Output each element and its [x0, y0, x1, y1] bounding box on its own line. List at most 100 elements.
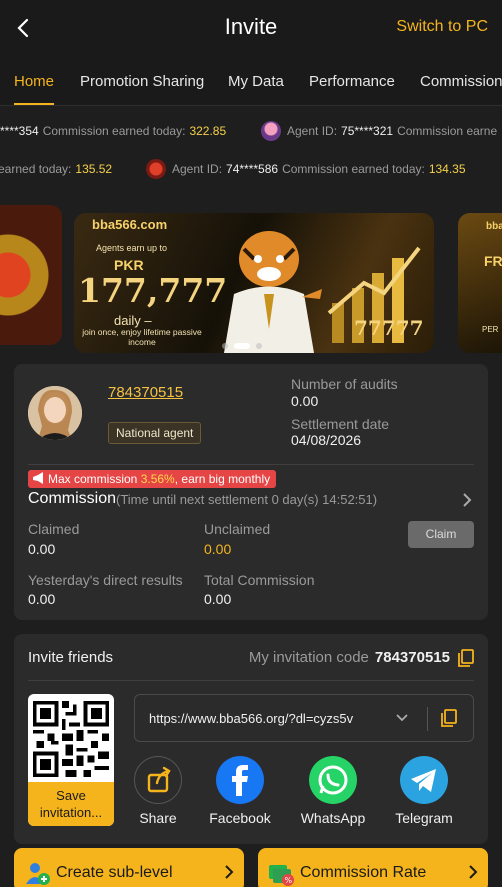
copy-link-icon[interactable] — [441, 709, 457, 727]
commission-title: Commission — [28, 490, 117, 507]
ticker-item: Agent ID: 74****586 Commission earned to… — [146, 156, 466, 182]
invitation-link-select[interactable]: https://www.bba566.org/?dl=cyzs5v — [134, 694, 474, 742]
share-button[interactable]: Share — [123, 756, 193, 826]
banner-next-logo: bba566.com — [486, 221, 502, 232]
claim-button[interactable]: Claim — [408, 521, 474, 548]
commission-rate-label: Commission Rate — [300, 864, 427, 881]
promo-suffix: , earn big monthly — [174, 472, 271, 486]
yesterday-results-value: 0.00 — [28, 591, 56, 607]
back-button[interactable] — [12, 14, 36, 42]
chevron-right-icon — [225, 865, 234, 879]
whatsapp-share-button[interactable]: WhatsApp — [298, 756, 368, 826]
commission-rate-button[interactable]: % Commission Rate — [258, 848, 488, 887]
ticker-item: Agent ID: 75****321 Commission earne — [261, 118, 497, 144]
banner-slide-previous[interactable] — [0, 205, 62, 345]
ticker-label: Commission earned today: — [282, 162, 425, 176]
ticker-label: Commission earne — [397, 124, 498, 138]
ticker-agent-id: ****354 — [0, 124, 39, 138]
claimed-value: 0.00 — [28, 541, 56, 557]
chevron-down-icon[interactable] — [395, 711, 409, 725]
banner-slide-current[interactable]: bba566.com Agents earn up to PKR 177,777… — [74, 213, 434, 353]
chevron-right-icon — [469, 865, 478, 879]
divider — [28, 464, 474, 465]
total-commission-value: 0.00 — [204, 591, 232, 607]
claimed-label: Claimed — [28, 521, 80, 537]
agent-avatar — [146, 159, 166, 179]
telegram-label: Telegram — [395, 810, 453, 826]
banner-carousel[interactable]: bba566.com Agents earn up to PKR 177,777… — [0, 205, 502, 353]
banner-period: daily – — [114, 313, 152, 328]
invite-friends-title: Invite friends — [28, 649, 114, 666]
ticker-item: ****354 Commission earned today: 322.85 — [0, 118, 226, 144]
unclaimed-label: Unclaimed — [204, 521, 271, 537]
invite-friends-card: Invite friends My invitation code 7843705… — [14, 634, 488, 844]
tab-promotion-sharing[interactable]: Promotion Sharing — [80, 73, 204, 90]
promo-prefix: Max commission — [48, 472, 138, 486]
money-percent-icon: % — [269, 865, 294, 886]
banner-bg-number: 77777 — [354, 316, 424, 340]
save-invitation-button[interactable]: Save invitation... — [28, 782, 114, 826]
share-label: Share — [139, 810, 177, 826]
agent-id-link[interactable]: 784370515 — [108, 384, 183, 401]
facebook-icon — [216, 756, 264, 804]
invitation-link: https://www.bba566.org/?dl=cyzs5v — [149, 711, 354, 726]
carousel-dot[interactable] — [222, 343, 228, 349]
tiger-mascot-icon — [224, 231, 322, 353]
tab-commission[interactable]: Commission — [420, 73, 502, 90]
banner-amount: 177,777 — [78, 271, 228, 310]
whatsapp-icon — [309, 756, 357, 804]
ticker-agent-id: 75****321 — [341, 124, 394, 138]
create-sub-level-label: Create sub-level — [56, 864, 173, 881]
create-sub-level-button[interactable]: Create sub-level — [14, 848, 244, 887]
ticker-agent-label: Agent ID: — [172, 162, 223, 176]
agent-avatar — [261, 121, 281, 141]
qr-code-icon — [33, 701, 109, 777]
invitation-code-label: My invitation code — [248, 649, 369, 666]
telegram-share-button[interactable]: Telegram — [389, 756, 459, 826]
copy-code-icon[interactable] — [458, 649, 474, 667]
carousel-pagination — [222, 343, 262, 349]
chevron-right-icon[interactable] — [460, 490, 474, 510]
commission-ticker-row-1: ****354 Commission earned today: 322.85 … — [0, 118, 502, 144]
top-bar: Invite Switch to PC — [0, 0, 502, 56]
active-tab-indicator — [14, 103, 54, 105]
divider — [427, 707, 428, 731]
ticker-label: Commission earned today: — [42, 124, 186, 138]
user-avatar-icon — [28, 386, 82, 440]
agent-level-badge: National agent — [108, 422, 202, 444]
switch-to-pc-link[interactable]: Switch to PC — [396, 18, 488, 36]
tab-performance[interactable]: Performance — [309, 73, 395, 90]
banner-next-text: FR — [484, 253, 502, 269]
tab-home[interactable]: Home — [14, 73, 54, 90]
total-commission-label: Total Commission — [204, 572, 315, 588]
growth-chart-icon: 77777 — [327, 246, 424, 343]
banner-headline: Agents earn up to — [96, 243, 168, 253]
tab-bar: Home Promotion Sharing My Data Performan… — [0, 56, 502, 106]
banner-slide-next[interactable]: bba566.com FR PER — [458, 213, 502, 353]
banner-subtext: join once, enjoy lifetime passive income — [82, 327, 202, 347]
carousel-dot[interactable] — [256, 343, 262, 349]
ticker-agent-id: 74****586 — [226, 162, 279, 176]
ticker-amount: 135.52 — [75, 162, 113, 176]
svg-text:%: % — [285, 876, 293, 885]
chevron-left-icon — [17, 18, 29, 38]
tab-my-data[interactable]: My Data — [228, 73, 284, 90]
max-commission-banner: Max commission 3.56%, earn big monthly — [28, 470, 277, 488]
facebook-share-button[interactable]: Facebook — [205, 756, 275, 826]
settlement-date-value: 04/08/2026 — [291, 432, 362, 448]
settlement-countdown: (Time until next settlement 0 day(s) 14:… — [116, 492, 378, 507]
commission-ticker-row-2: earned today: 135.52 Agent ID: 74****586… — [0, 156, 502, 182]
agent-summary-card: 784370515 National agent Number of audit… — [14, 364, 488, 620]
settlement-date-label: Settlement date — [291, 416, 390, 432]
telegram-icon — [400, 756, 448, 804]
carousel-dot-active[interactable] — [234, 343, 250, 349]
ticker-amount: 134.35 — [428, 162, 466, 176]
banner-next-subtext: PER — [482, 325, 499, 334]
facebook-label: Facebook — [209, 810, 271, 826]
invitation-code: My invitation code 784370515 — [249, 649, 450, 666]
whatsapp-label: WhatsApp — [300, 810, 366, 826]
ticker-agent-label: Agent ID: — [287, 124, 338, 138]
qr-code-card[interactable]: Save invitation... — [28, 694, 114, 826]
megaphone-icon — [33, 472, 43, 484]
audits-label: Number of audits — [291, 376, 398, 392]
